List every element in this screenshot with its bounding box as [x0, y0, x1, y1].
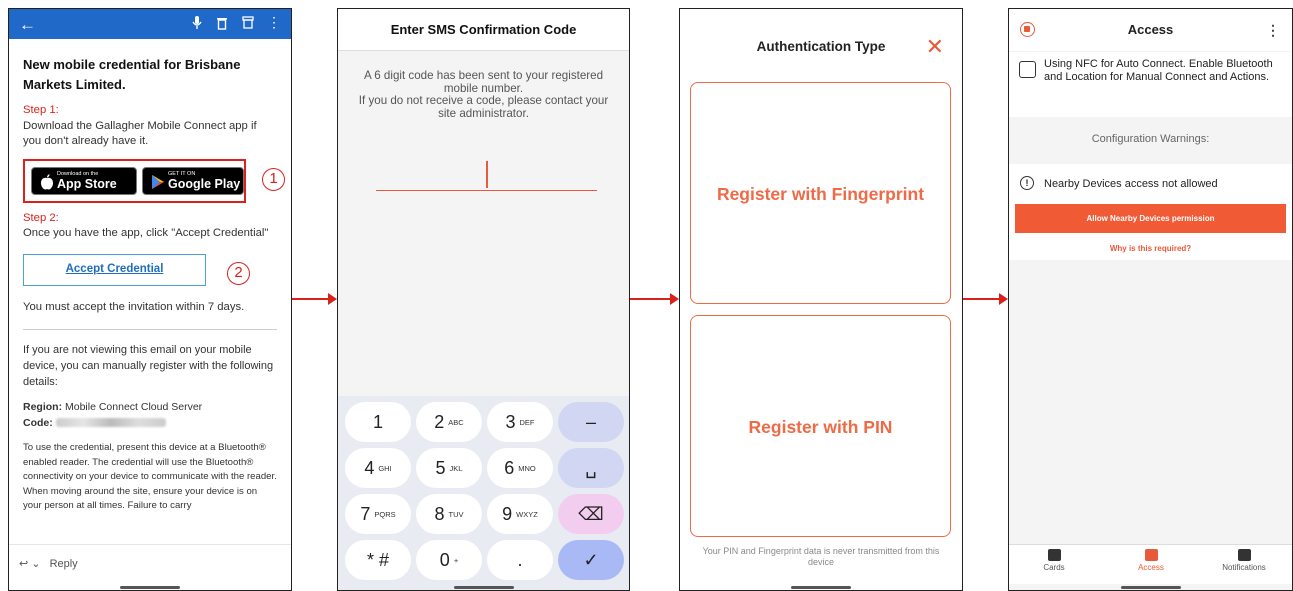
key-6[interactable]: 6 MNO	[487, 448, 553, 488]
key-space[interactable]: ␣	[558, 448, 624, 488]
key-star-hash[interactable]: * #	[345, 540, 411, 580]
notification-icon	[1237, 549, 1251, 561]
key-0[interactable]: 0 +	[416, 540, 482, 580]
more-options-icon[interactable]: ⋮	[267, 14, 281, 31]
auth-header: Authentication Type ✕	[680, 9, 962, 77]
warning-text: Nearby Devices access not allowed	[1044, 178, 1218, 190]
flow-arrow-3	[963, 293, 1008, 305]
annotation-marker-1: 1	[262, 167, 285, 191]
register-fingerprint-button[interactable]: Register with Fingerprint	[690, 82, 951, 304]
archive-icon[interactable]	[242, 16, 254, 29]
backspace-icon: ⌫	[578, 504, 604, 524]
tab-access[interactable]: Access	[1106, 545, 1196, 572]
key-backspace[interactable]: ⌫	[558, 494, 624, 534]
tab-notifications[interactable]: Notifications	[1199, 545, 1289, 572]
manual-register-text: If you are not viewing this email on you…	[23, 344, 274, 388]
config-warnings-title: Configuration Warnings:	[1091, 133, 1210, 145]
code-cursor	[486, 161, 488, 188]
auth-title: Authentication Type	[756, 39, 886, 54]
google-play-badge[interactable]: GET IT ON Google Play	[142, 166, 244, 195]
key-9[interactable]: 9 WXYZ	[487, 494, 553, 534]
checkmark-icon: ✓	[583, 550, 599, 570]
region-label: Region:	[23, 401, 63, 413]
nfc-icon	[1019, 61, 1036, 78]
step2-text: Once you have the app, click "Accept Cre…	[23, 227, 269, 239]
app-store-badge[interactable]: Download on the App Store	[31, 166, 137, 195]
store-badges-highlight: Download on the App Store GET IT ON Goog…	[23, 158, 285, 203]
reply-button[interactable]: Reply	[50, 558, 78, 570]
access-screen: Access ⋮ Using NFC for Auto Connect. Ena…	[1008, 8, 1293, 591]
key-5[interactable]: 5 JKL	[416, 448, 482, 488]
record-stop-icon[interactable]	[1020, 22, 1035, 37]
email-heading: New mobile credential for Brisbane Marke…	[23, 57, 241, 92]
sms-message: A 6 digit code has been sent to your reg…	[358, 69, 609, 120]
key-minus[interactable]: –	[558, 402, 624, 442]
google-play-big-text: Google Play	[168, 176, 241, 191]
step1-label: Step 1:	[23, 104, 59, 116]
gesture-bar	[338, 584, 629, 590]
warning-icon: !	[1020, 176, 1034, 190]
trash-icon[interactable]	[216, 16, 228, 30]
google-play-icon	[152, 174, 164, 189]
code-value-redacted	[55, 418, 166, 428]
why-required-link[interactable]: Why is this required?	[1009, 244, 1292, 253]
access-title: Access	[1127, 22, 1174, 37]
code-label: Code:	[23, 416, 53, 429]
key-confirm[interactable]: ✓	[558, 540, 624, 580]
key-7[interactable]: 7 PQRS	[345, 494, 411, 534]
divider	[23, 329, 277, 330]
sms-title: Enter SMS Confirmation Code	[338, 9, 629, 51]
reply-arrow-icon[interactable]: ↩ ⌄	[19, 558, 41, 570]
gesture-bar	[1009, 584, 1292, 590]
apple-icon	[41, 173, 53, 190]
warning-card: ! Nearby Devices access not allowed Allo…	[1009, 164, 1292, 260]
code-input[interactable]	[376, 190, 597, 191]
key-4[interactable]: 4 GHI	[345, 448, 411, 488]
step2-label: Step 2:	[23, 211, 59, 224]
flow-arrow-1	[292, 293, 337, 305]
flow-arrow-2	[630, 293, 679, 305]
accept-note: You must accept the invitation within 7 …	[23, 300, 245, 313]
reply-bar: ↩ ⌄ Reply	[9, 544, 291, 584]
sms-code-screen: Enter SMS Confirmation Code A 6 digit co…	[337, 8, 630, 591]
auth-type-screen: Authentication Type ✕ Register with Fing…	[679, 8, 963, 591]
key-2[interactable]: 2 ABC	[416, 402, 482, 442]
cards-icon	[1047, 549, 1061, 561]
access-header: Access ⋮	[1009, 9, 1292, 51]
privacy-note: Your PIN and Fingerprint data is never t…	[702, 546, 940, 567]
allow-nearby-devices-button[interactable]: Allow Nearby Devices permission	[1015, 204, 1286, 233]
register-pin-button[interactable]: Register with PIN	[690, 315, 951, 537]
gesture-bar	[680, 584, 962, 590]
tab-cards[interactable]: Cards	[1009, 545, 1099, 572]
close-icon[interactable]: ✕	[926, 9, 944, 85]
bottom-tab-bar: Cards Access Notifications	[1009, 544, 1292, 584]
back-arrow-icon[interactable]: ←	[19, 15, 36, 35]
app-store-big-text: App Store	[57, 176, 117, 191]
key-8[interactable]: 8 TUV	[416, 494, 482, 534]
step1-text: Download the Gallagher Mobile Connect ap…	[23, 119, 257, 148]
annotation-marker-2: 2	[227, 261, 250, 285]
accept-credential-button[interactable]: Accept Credential	[23, 253, 206, 286]
numeric-keypad: 1 2 ABC 3 DEF – 4 GHI 5 JKL 6 MNO ␣ 7 PQRS 8 TU…	[338, 396, 629, 590]
gesture-bar	[9, 584, 291, 590]
key-1[interactable]: 1	[345, 402, 411, 442]
space-icon: ␣	[585, 458, 597, 478]
key-dot[interactable]: .	[487, 540, 553, 580]
email-screen: ← ⋮ New mobile credential for Brisbane M…	[8, 8, 292, 591]
key-3[interactable]: 3 DEF	[487, 402, 553, 442]
nfc-info-banner: Using NFC for Auto Connect. Enable Bluet…	[1009, 52, 1292, 117]
nfc-text: Using NFC for Auto Connect. Enable Bluet…	[1044, 58, 1273, 83]
microphone-icon[interactable]	[192, 16, 202, 30]
door-icon	[1144, 549, 1158, 561]
email-toolbar: ← ⋮	[9, 9, 291, 39]
region-value: Mobile Connect Cloud Server	[65, 401, 203, 413]
usage-text: To use the credential, present this devi…	[23, 442, 277, 511]
more-options-icon[interactable]: ⋮	[1266, 9, 1280, 51]
